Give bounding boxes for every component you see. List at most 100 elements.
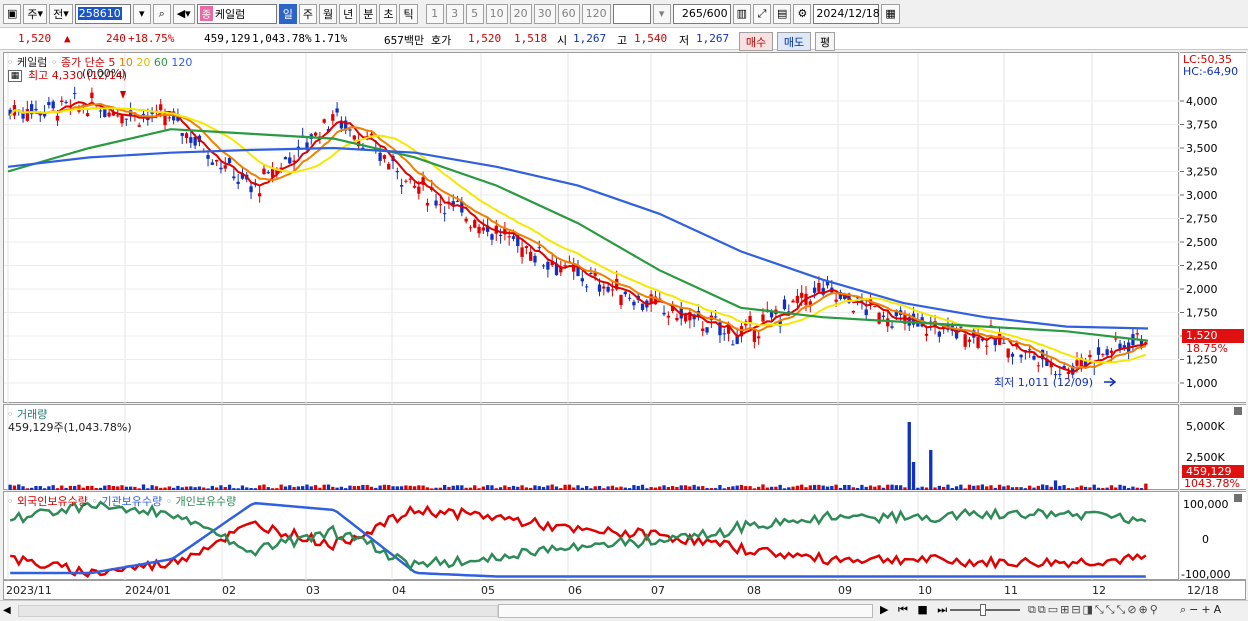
volume-bar-242 xyxy=(1049,486,1053,490)
volume-bar-256 xyxy=(1109,485,1114,490)
calendar-icon[interactable]: ▦ xyxy=(881,3,900,24)
volume-bar-158 xyxy=(688,486,692,490)
tf-year[interactable]: 년 xyxy=(339,3,358,24)
price-y-axis: 4,000 3,750 3,500 3,250 3,000 2,750 2,500 2,250… xyxy=(1180,52,1246,403)
candle-body-52 xyxy=(232,176,236,179)
interval-10[interactable]: 10 xyxy=(485,3,508,24)
candle-type-icon[interactable]: ▥ xyxy=(732,3,751,24)
candle-body-49 xyxy=(219,167,223,170)
volume-bar-134 xyxy=(584,485,589,490)
zoom-controls[interactable]: ⌕−+A xyxy=(1180,603,1224,617)
tf-minute[interactable]: 분 xyxy=(359,3,378,24)
volume-bar-160 xyxy=(696,486,701,490)
chart-tool-icons[interactable]: ⧉⧉▭⊞⊟◨⤡⤡⤡⊘⊕⚲ xyxy=(1028,603,1160,617)
volume-tick-5000k: 5,000K xyxy=(1186,420,1225,433)
tf-month[interactable]: 월 xyxy=(318,3,338,24)
volume-bar-185 xyxy=(804,487,808,490)
count-field[interactable]: 265/600 xyxy=(672,3,731,24)
date-label-08: 08 xyxy=(747,584,761,597)
holdings-pane[interactable]: ◦ 외국인보유수량 ◦ 기관보유수량 ◦ 개인보유수량 xyxy=(3,491,1179,581)
market-badge: 종 xyxy=(199,6,213,21)
playback-controls[interactable]: ▶ ⏮ ■ ⏭ xyxy=(880,603,950,617)
sound-icon[interactable]: ◀▾ xyxy=(172,3,195,24)
volume-bar-261 xyxy=(1131,486,1135,490)
volume-bar-180 xyxy=(782,488,787,490)
scroll-thumb[interactable] xyxy=(498,604,873,618)
holdings-pane-close-icon[interactable] xyxy=(1234,494,1242,502)
volume-pane-close-icon[interactable] xyxy=(1234,407,1242,415)
interval-5[interactable]: 5 xyxy=(465,3,484,24)
volume-bar-71 xyxy=(313,485,318,490)
volume-bar-187 xyxy=(812,484,817,490)
volume-pane[interactable]: ◦ 거래량 459,129주(1,043.78%) xyxy=(3,404,1180,491)
volume-bar-9 xyxy=(47,486,51,490)
scroll-left-icon[interactable]: ◀ xyxy=(3,604,15,618)
stock-code-input[interactable]: 258610 xyxy=(74,3,131,24)
price-pane[interactable]: ◦ 케일럼 ◦ 종가 단순 5 10 20 60 120 최고 4,330 (1… xyxy=(3,52,1180,404)
custom-interval-input[interactable] xyxy=(612,3,651,24)
scroll-track[interactable] xyxy=(18,605,498,617)
date-field[interactable]: 2024/12/18 xyxy=(813,3,880,24)
interval-20[interactable]: 20 xyxy=(509,3,532,24)
price-chart[interactable] xyxy=(4,53,1180,404)
candle-body-238 xyxy=(1032,355,1036,360)
market-select[interactable]: 전 ▾ xyxy=(49,3,73,24)
search-icon[interactable]: ⌕ xyxy=(152,3,171,24)
open-price: 1,267 xyxy=(573,32,607,45)
candle-body-64 xyxy=(283,157,288,160)
volume-bar-112 xyxy=(490,485,494,490)
eval-button[interactable]: 평 xyxy=(815,32,835,51)
date-label-09: 09 xyxy=(838,584,852,597)
interval-120[interactable]: 120 xyxy=(581,3,611,24)
volume-bar-244 xyxy=(1058,485,1062,490)
volume-bar-29 xyxy=(133,486,137,490)
volume-bar-203 xyxy=(881,487,886,490)
volume-bar-13 xyxy=(64,487,68,490)
buy-button[interactable]: 매수 xyxy=(739,32,773,51)
volume-bar-232 xyxy=(1006,485,1010,490)
volume-chart[interactable] xyxy=(4,405,1180,491)
volume-bar-84 xyxy=(369,486,374,490)
candle-body-76 xyxy=(335,108,339,113)
gear-icon[interactable]: ⚙ xyxy=(793,3,812,24)
interval-30[interactable]: 30 xyxy=(533,3,556,24)
volume-bar-253 xyxy=(1096,487,1101,490)
volume-bar-32 xyxy=(146,488,150,490)
volume-bar-216 xyxy=(937,485,942,490)
period-type-select[interactable]: 주 ▾ xyxy=(23,3,48,24)
volume-bar-131 xyxy=(572,487,576,490)
volume-bar-212 xyxy=(920,486,924,490)
candle-body-235 xyxy=(1019,354,1023,358)
volume-bar-10 xyxy=(51,485,55,490)
tf-week[interactable]: 주 xyxy=(298,3,317,24)
volume-bar-103 xyxy=(451,485,455,490)
zoom-slider-handle[interactable] xyxy=(980,604,986,616)
interval-60[interactable]: 60 xyxy=(557,3,580,24)
volume-bar-87 xyxy=(382,484,387,490)
volume-bar-43 xyxy=(193,487,197,490)
drawing-tool-icon[interactable]: ⤢ xyxy=(752,3,771,24)
tf-second[interactable]: 초 xyxy=(379,3,398,24)
code-dropdown-icon[interactable]: ▾ xyxy=(132,3,151,24)
volume-subtitle: 459,129주(1,043.78%) xyxy=(8,421,132,434)
interval-3[interactable]: 3 xyxy=(445,3,464,24)
volume-bar-249 xyxy=(1079,485,1083,490)
grid-icon[interactable]: ▦ xyxy=(8,70,22,82)
volume-bar-17 xyxy=(81,487,85,490)
layout-icon[interactable]: ▣ xyxy=(3,3,22,24)
stock-name-field[interactable]: 종 케일럼 xyxy=(196,3,277,24)
candle-body-40 xyxy=(180,133,184,136)
interval-1[interactable]: 1 xyxy=(425,3,444,24)
save-icon[interactable]: ▤ xyxy=(772,3,792,24)
candle-body-205 xyxy=(890,326,894,328)
sell-button[interactable]: 매도 xyxy=(777,32,811,51)
tf-tick[interactable]: 틱 xyxy=(399,3,418,24)
candle-body-94 xyxy=(412,185,417,188)
volume-bar-234 xyxy=(1015,487,1019,490)
ma-20-line xyxy=(9,106,1147,364)
candle-body-80 xyxy=(352,135,356,140)
volume-bar-201 xyxy=(873,486,877,490)
candle-body-232 xyxy=(1006,348,1010,358)
interval-dropdown-icon[interactable]: ▾ xyxy=(652,3,671,24)
tf-day[interactable]: 일 xyxy=(278,3,297,24)
